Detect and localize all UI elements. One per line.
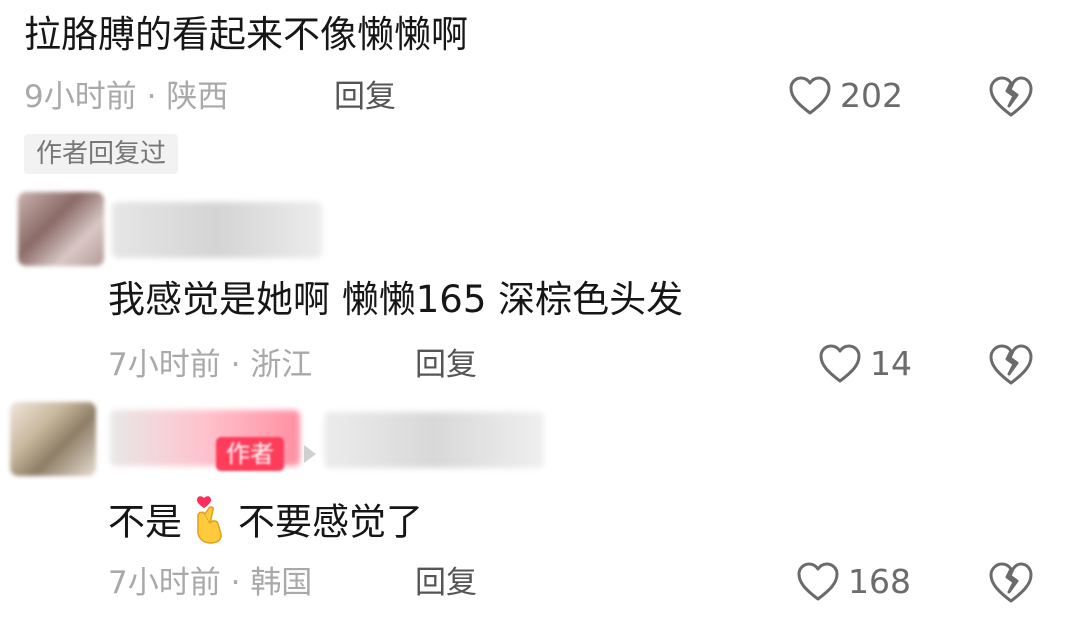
reply-button[interactable]: 回复 (415, 345, 477, 385)
meta-separator: · (230, 565, 241, 601)
like-button[interactable]: 14 (818, 344, 912, 384)
broken-heart-icon (988, 76, 1034, 118)
reply-target-blurred[interactable] (324, 412, 544, 468)
username-blurred[interactable] (112, 202, 322, 258)
avatar[interactable] (10, 402, 96, 476)
finger-heart-emoji-icon (190, 494, 230, 554)
like-count: 202 (840, 76, 903, 115)
like-count: 14 (870, 344, 912, 383)
reply-arrow-icon (304, 445, 316, 463)
comment-text: 拉胳膊的看起来不像懒懒啊 (24, 13, 468, 56)
author-replied-badge: 作者回复过 (24, 134, 179, 174)
heart-outline-icon (796, 562, 840, 602)
like-count: 168 (848, 562, 911, 601)
broken-heart-icon (988, 344, 1034, 386)
comment-time: 7小时前 (108, 565, 221, 601)
comment-time: 7小时前 (108, 347, 221, 383)
comment-text-before: 不是 (108, 500, 182, 544)
reply-button[interactable]: 回复 (415, 563, 477, 603)
like-button[interactable]: 202 (788, 76, 903, 116)
author-tag: 作者 (216, 437, 284, 471)
broken-heart-icon (988, 562, 1034, 604)
comment-location: 韩国 (250, 565, 313, 601)
like-button[interactable]: 168 (796, 562, 911, 602)
comment-meta: 9小时前 · 陕西 (24, 77, 228, 117)
comment-location: 陕西 (166, 79, 229, 115)
reply-button[interactable]: 回复 (334, 77, 396, 117)
comment-location: 浙江 (250, 347, 313, 383)
heart-outline-icon (788, 76, 832, 116)
heart-outline-icon (818, 344, 862, 384)
meta-separator: · (146, 79, 157, 115)
dislike-button[interactable] (988, 76, 1034, 118)
comment-meta: 7小时前 · 浙江 (108, 345, 312, 385)
dislike-button[interactable] (988, 344, 1034, 386)
meta-separator: · (230, 347, 241, 383)
comment-text-after: 不要感觉了 (238, 500, 423, 544)
comment-text: 我感觉是她啊 懒懒165 深棕色头发 (108, 278, 684, 321)
dislike-button[interactable] (988, 562, 1034, 604)
avatar[interactable] (18, 192, 104, 266)
comment-text: 不是 不要感觉了 (108, 494, 423, 554)
comment-time: 9小时前 (24, 79, 137, 115)
comment-meta: 7小时前 · 韩国 (108, 563, 312, 603)
